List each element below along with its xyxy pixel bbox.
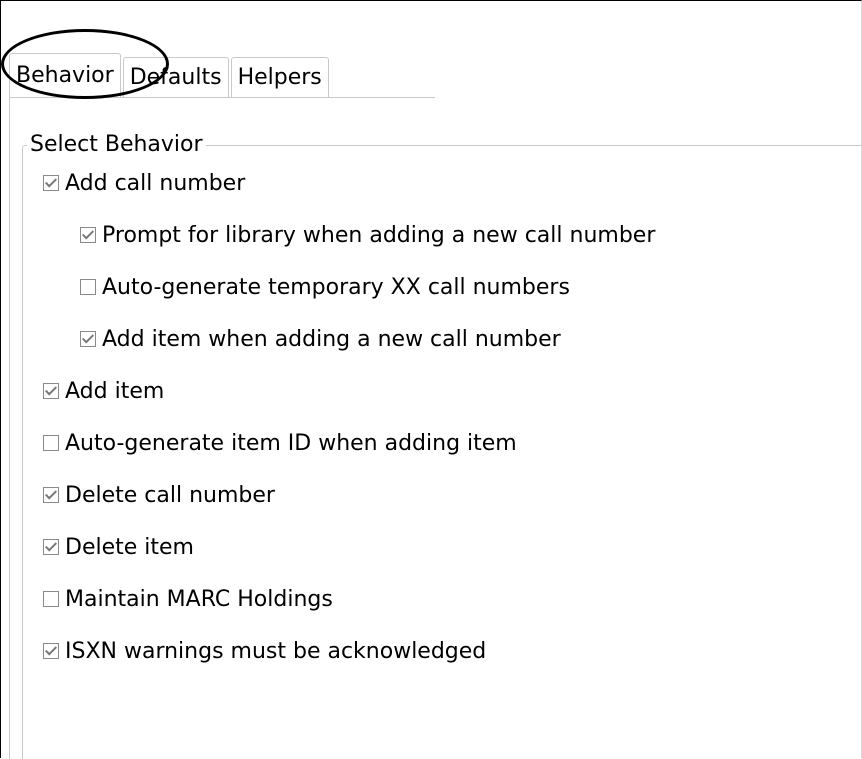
option-prompt-for-library[interactable]: Prompt for library when adding a new cal…	[80, 220, 655, 250]
checkbox[interactable]	[43, 435, 59, 451]
preferences-window: Behavior Defaults Helpers Select Behavio…	[0, 0, 862, 759]
option-maintain-marc-holdings[interactable]: Maintain MARC Holdings	[43, 584, 333, 614]
option-auto-generate-xx-call-numbers[interactable]: Auto-generate temporary XX call numbers	[80, 272, 570, 302]
option-add-item[interactable]: Add item	[43, 376, 164, 406]
select-behavior-group: Select Behavior Add call number Prompt f…	[22, 131, 862, 759]
tab-strip: Behavior Defaults Helpers	[9, 53, 331, 97]
checkbox[interactable]	[43, 539, 59, 555]
option-label: Add call number	[65, 170, 246, 196]
option-isxn-warnings[interactable]: ISXN warnings must be acknowledged	[43, 636, 486, 666]
option-label: Maintain MARC Holdings	[65, 586, 333, 612]
option-label: Auto-generate temporary XX call numbers	[102, 274, 570, 300]
tab-helpers[interactable]: Helpers	[230, 57, 329, 97]
checkbox[interactable]	[43, 591, 59, 607]
checkbox[interactable]	[43, 643, 59, 659]
tab-behavior[interactable]: Behavior	[9, 53, 121, 97]
option-delete-item[interactable]: Delete item	[43, 532, 194, 562]
option-add-item-with-call-number[interactable]: Add item when adding a new call number	[80, 324, 561, 354]
checkbox[interactable]	[80, 331, 96, 347]
option-label: Auto-generate item ID when adding item	[65, 430, 517, 456]
option-delete-call-number[interactable]: Delete call number	[43, 480, 275, 510]
group-title: Select Behavior	[27, 131, 206, 159]
checkbox[interactable]	[43, 487, 59, 503]
option-label: Prompt for library when adding a new cal…	[102, 222, 656, 248]
option-label: Delete item	[65, 534, 194, 560]
option-label: Add item when adding a new call number	[102, 326, 561, 352]
option-label: ISXN warnings must be acknowledged	[65, 638, 487, 664]
checkbox[interactable]	[43, 383, 59, 399]
checkbox[interactable]	[80, 227, 96, 243]
checkbox[interactable]	[80, 279, 96, 295]
option-auto-generate-item-id[interactable]: Auto-generate item ID when adding item	[43, 428, 517, 458]
behavior-panel: Select Behavior Add call number Prompt f…	[9, 97, 862, 759]
option-label: Add item	[65, 378, 165, 404]
option-add-call-number[interactable]: Add call number	[43, 168, 245, 198]
checkbox[interactable]	[43, 175, 59, 191]
option-label: Delete call number	[65, 482, 275, 508]
tab-defaults[interactable]: Defaults	[122, 57, 229, 97]
